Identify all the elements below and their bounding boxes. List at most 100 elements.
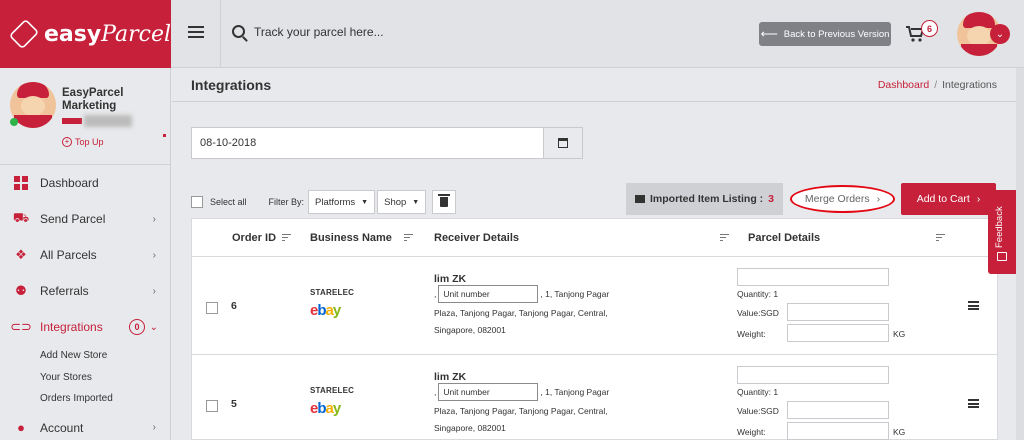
shop-dropdown[interactable]: Shop ▼ [377,190,427,214]
ebay-logo: ebay [310,302,341,319]
date-picker [191,127,583,159]
back-to-previous-version-button[interactable]: ⟵ Back to Previous Version [759,22,891,46]
breadcrumb: Dashboard / Integrations [878,79,997,91]
ebay-logo: ebay [310,400,341,417]
chevron-right-icon: › [152,422,156,433]
header-parcel-details[interactable]: Parcel Details [748,232,820,244]
parcel-content-input[interactable] [737,268,889,286]
kg-unit: KG [893,427,906,437]
sidebar-item-dashboard[interactable]: Dashboard [0,165,170,201]
add-to-cart-label: Add to Cart [916,193,970,205]
table-row: 6 STARELEC ebay lim ZK ,, 1, Tanjong Pag… [192,257,997,355]
unit-number-input[interactable] [438,285,539,303]
delete-button[interactable] [432,190,457,214]
address-line: Singapore, 082001 [434,423,506,433]
sidebar-item-send-parcel[interactable]: ⛟ Send Parcel › [0,201,170,237]
brand-logo[interactable]: easyParcel [0,0,171,68]
weight-input[interactable] [787,422,889,440]
chevron-down-icon[interactable]: ⌄ [990,24,1010,44]
sidebar-item-label: Integrations [40,320,103,334]
address-line: Singapore, 082001 [434,325,506,335]
chevron-right-icon: › [976,193,981,205]
date-input[interactable] [192,128,543,158]
back-button-label: Back to Previous Version [783,28,890,40]
sidebar-item-account[interactable]: ● Account › [0,410,170,440]
sort-icon[interactable] [404,234,413,243]
row-menu-icon[interactable] [968,399,979,408]
header-receiver-details[interactable]: Receiver Details [434,232,519,244]
address-line: Plaza, Tanjong Pagar, Tanjong Pagar, Cen… [434,308,608,318]
value-input[interactable] [787,401,889,419]
select-all-checkbox[interactable] [191,196,203,208]
profile-panel: EasyParcel Marketing + Top Up [0,68,170,165]
account-icon: ● [17,420,25,435]
calendar-button[interactable] [543,128,582,158]
sidebar-item-integrations[interactable]: ⊂⊃ Integrations 0 ⌄ [0,309,170,345]
top-bar: easyParcel ⟵ Back to Previous Version 6 … [0,0,1024,68]
row-checkbox[interactable] [206,302,218,314]
weight-input[interactable] [787,324,889,342]
table-row: 5 STARELEC ebay lim ZK ,, 1, Tanjong Pag… [192,355,997,440]
sidebar-subitem-your-stores[interactable]: Your Stores [0,367,170,389]
sidebar-item-label: Referrals [40,284,89,298]
page-header: Integrations Dashboard / Integrations [172,68,1024,102]
main-content: Integrations Dashboard / Integrations Sele… [172,68,1024,440]
sidebar-item-all-parcels[interactable]: ❖ All Parcels › [0,237,170,273]
sidebar-subitem-add-new-store[interactable]: Add New Store [0,345,170,367]
scrollbar[interactable] [1016,68,1024,440]
value-label: Value:SGD [737,308,779,318]
value-input[interactable] [787,303,889,321]
parcel-content-input[interactable] [737,366,889,384]
search-icon [232,25,245,38]
add-to-cart-button[interactable]: Add to Cart › [901,183,996,215]
shop-label: Shop [384,196,407,208]
header-business-name[interactable]: Business Name [310,232,392,244]
search-input[interactable] [254,22,554,42]
caret-down-icon: ▼ [412,198,420,206]
sidebar-item-label: All Parcels [40,248,97,262]
top-up-label: Top Up [75,137,104,147]
platforms-dropdown[interactable]: Platforms ▼ [308,190,376,214]
brand-name: easyParcel [43,21,171,47]
chevron-right-icon: › [152,249,156,261]
sort-icon[interactable] [720,234,729,243]
imported-count: 3 [768,193,774,205]
business-name: STARELEC [310,386,355,395]
imported-item-listing-button[interactable]: Imported Item Listing : 3 [626,183,783,215]
trash-icon [438,194,451,207]
online-status-icon [10,118,18,126]
divider [220,0,221,68]
order-id: 6 [231,300,237,312]
order-id: 5 [231,398,237,410]
business-name: STARELEC [310,288,355,297]
top-up-link[interactable]: + Top Up [62,137,104,147]
row-menu-icon[interactable] [968,301,979,310]
feedback-label: Feedback [994,206,1005,248]
platforms-label: Platforms [315,196,356,208]
caret-down-icon: ▼ [361,198,369,206]
users-icon: ⚉ [15,283,27,298]
chevron-right-icon: › [876,193,881,205]
sort-icon[interactable] [282,234,291,243]
receiver-address-line: ,, 1, Tanjong Pagar [434,285,609,303]
merge-orders-button[interactable]: Merge Orders › [790,185,895,213]
unit-number-input[interactable] [438,383,539,401]
weight-label: Weight: [737,329,766,339]
arrow-left-icon: ⟵ [760,27,778,41]
cart-count-badge: 6 [921,20,938,37]
sort-icon[interactable] [936,234,945,243]
quantity-label: Quantity: 1 [737,289,779,299]
sidebar-item-label: Account [40,420,84,435]
header-order-id[interactable]: Order ID [232,232,276,244]
breadcrumb-dashboard-link[interactable]: Dashboard [878,79,929,91]
sidebar-item-label: Dashboard [40,176,99,190]
breadcrumb-separator: / [934,79,938,91]
receiver-name: lim ZK [434,273,467,285]
row-checkbox[interactable] [206,400,218,412]
menu-icon[interactable] [188,26,204,38]
address-part: , 1, Tanjong Pagar [540,289,610,299]
kg-unit: KG [893,329,906,339]
sidebar-item-referrals[interactable]: ⚉ Referrals › [0,273,170,309]
feedback-tab[interactable]: Feedback [988,190,1016,274]
sidebar-subitem-orders-imported[interactable]: Orders Imported [0,388,170,410]
